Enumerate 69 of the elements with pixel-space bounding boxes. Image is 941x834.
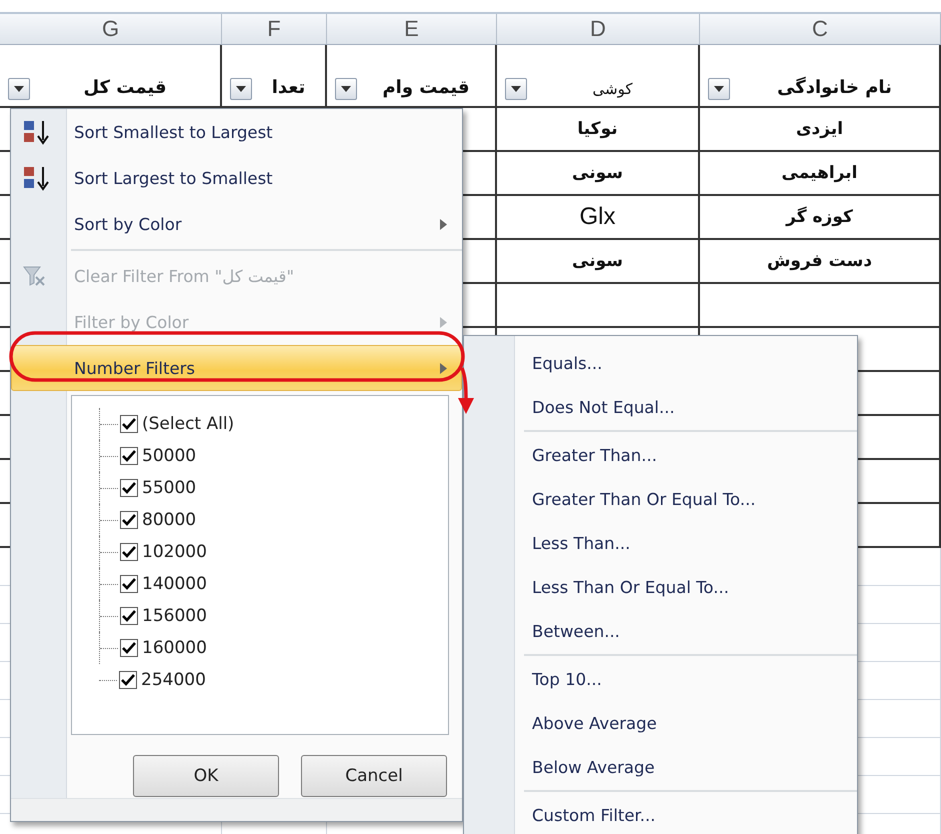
checkbox[interactable] [119,671,137,689]
menu-item[interactable]: Equals... [464,341,857,385]
menu-item[interactable]: Above Average [464,701,857,745]
funnel-icon [22,265,46,287]
filter-dropdown-button[interactable] [505,78,527,100]
filter-value: 102000 [142,542,207,562]
menu-item[interactable]: Sort by Color [11,201,462,247]
filter-dropdown-button[interactable] [708,78,730,100]
header-label: تعدا [270,77,306,100]
menu-item[interactable]: Number Filters [11,345,462,391]
menu-item[interactable]: Does Not Equal... [464,385,857,429]
column-header[interactable]: G [0,14,222,45]
column-header[interactable]: E [327,14,497,45]
column-header[interactable]: C [700,14,941,45]
menu-item[interactable]: Greater Than... [464,433,857,477]
menu-item[interactable]: Greater Than Or Equal To... [464,477,857,521]
dropdown-arrow-icon [511,86,521,92]
menu-item[interactable]: Less Than... [464,521,857,565]
submenu-arrow-icon [440,218,447,230]
menu-item[interactable]: Sort Smallest to Largest [11,109,462,155]
checkbox[interactable] [120,575,138,593]
cell-text: دست فروش [766,251,872,271]
filter-dropdown-button[interactable] [8,78,30,100]
checkbox[interactable] [120,415,138,433]
dropdown-arrow-icon [341,86,351,92]
filter-value: (Select All) [142,414,234,434]
cell-text: نوکیا [577,119,618,139]
filter-dropdown-button[interactable] [335,78,357,100]
cell-text: سونی [572,251,623,271]
column-header[interactable]: D [497,14,700,45]
submenu-arrow-icon [440,316,447,328]
dropdown-arrow-icon [714,86,724,92]
dropdown-arrow-icon [236,86,246,92]
menu-item[interactable]: Top 10... [464,657,857,701]
menu-item[interactable]: Sort Largest to Smallest [11,155,462,201]
checkbox[interactable] [120,447,138,465]
filter-dropdown-button[interactable] [230,78,252,100]
filter-value: 55000 [142,478,196,498]
filter-value: 156000 [142,606,207,626]
cell-text: Glx [580,203,616,231]
filter-value: 160000 [142,638,207,658]
checkbox[interactable] [120,607,138,625]
cell-text: ایزدی [796,119,844,139]
filter-value: 80000 [142,510,196,530]
menu-item[interactable]: Custom Filter... [464,793,857,834]
header-label: قیمت کل [82,77,168,100]
header-label: کوشی [592,80,634,100]
header-label: قیمت وام [381,77,471,100]
checkbox[interactable] [120,543,138,561]
header-label: نام خانوادگی [776,77,893,100]
submenu-arrow-icon [440,362,447,374]
column-header[interactable]: F [222,14,327,45]
cell-text: ابراهیمی [782,163,858,183]
menu-item[interactable]: Less Than Or Equal To... [464,565,857,609]
checkbox[interactable] [120,639,138,657]
checkbox[interactable] [120,479,138,497]
ok-button[interactable]: OK [133,755,279,797]
menu-item[interactable]: Below Average [464,745,857,789]
menu-item[interactable]: Between... [464,609,857,653]
filter-value: 254000 [141,670,206,690]
filter-value: 140000 [142,574,207,594]
cancel-button[interactable]: Cancel [301,755,447,797]
checkbox[interactable] [120,511,138,529]
cell-text: سونی [572,163,623,183]
dropdown-arrow-icon [14,86,24,92]
filter-value: 50000 [142,446,196,466]
resize-grip[interactable] [11,798,462,821]
annotation-arrow [458,367,474,414]
cell-text: کوزه گر [786,207,853,227]
